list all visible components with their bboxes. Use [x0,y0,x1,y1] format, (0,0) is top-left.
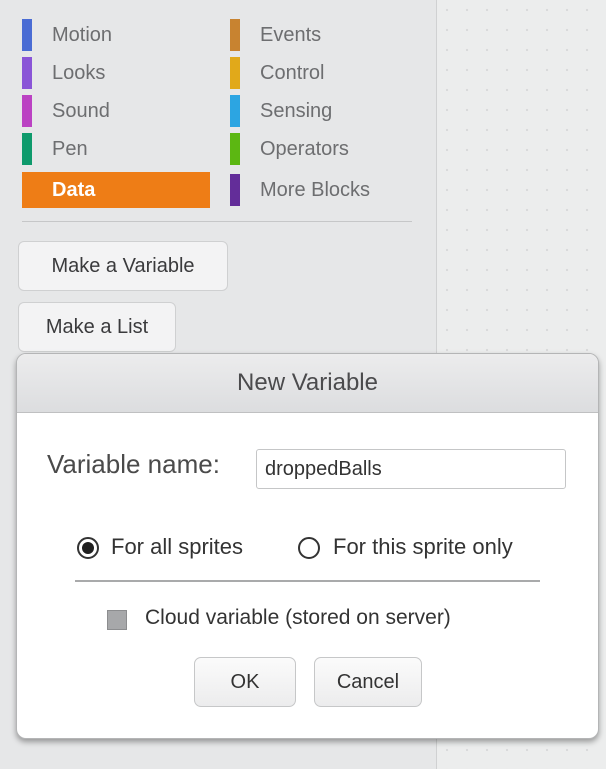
category-color-swatch [230,19,240,51]
cloud-variable-label[interactable]: Cloud variable (stored on server) [145,606,451,630]
category-color-swatch [230,57,240,89]
cloud-variable-checkbox[interactable] [107,610,127,630]
category-label: Sound [52,100,110,122]
category-more-blocks[interactable]: More Blocks [230,172,418,208]
category-data[interactable]: Data [22,172,210,208]
category-operators[interactable]: Operators [230,131,418,167]
category-label: Control [260,62,325,84]
variable-name-input[interactable] [256,449,566,489]
category-color-swatch [230,133,240,165]
category-sensing[interactable]: Sensing [230,93,418,129]
category-color-swatch [22,19,32,51]
radio-for-this-sprite-only-label[interactable]: For this sprite only [333,534,513,560]
category-label: Sensing [260,100,333,122]
category-sound[interactable]: Sound [22,93,210,129]
radio-for-this-sprite-only[interactable] [298,537,320,559]
category-color-swatch [230,95,240,127]
category-color-swatch [230,174,240,206]
category-label: Looks [52,62,106,84]
make-variable-button[interactable]: Make a Variable [18,241,228,291]
category-events[interactable]: Events [230,17,418,53]
category-label: More Blocks [260,179,371,201]
category-motion[interactable]: Motion [22,17,210,53]
category-label: Pen [52,138,88,160]
category-color-swatch [22,133,32,165]
category-label: Operators [260,138,349,160]
variable-name-label: Variable name: [47,449,220,479]
dialog-separator [75,580,540,582]
radio-for-all-sprites-label[interactable]: For all sprites [111,534,243,560]
new-variable-dialog: New Variable Variable name: For all spri… [16,353,599,739]
radio-for-all-sprites[interactable] [77,537,99,559]
category-label: Data [52,179,96,201]
category-color-swatch [22,95,32,127]
cancel-button[interactable]: Cancel [314,657,422,707]
category-control[interactable]: Control [230,55,418,91]
palette-divider [22,221,412,222]
category-color-swatch [22,57,32,89]
category-pen[interactable]: Pen [22,131,210,167]
make-list-button[interactable]: Make a List [18,302,176,352]
ok-button[interactable]: OK [194,657,296,707]
category-label: Motion [52,24,113,46]
category-looks[interactable]: Looks [22,55,210,91]
dialog-title: New Variable [17,354,598,413]
category-label: Events [260,24,322,46]
